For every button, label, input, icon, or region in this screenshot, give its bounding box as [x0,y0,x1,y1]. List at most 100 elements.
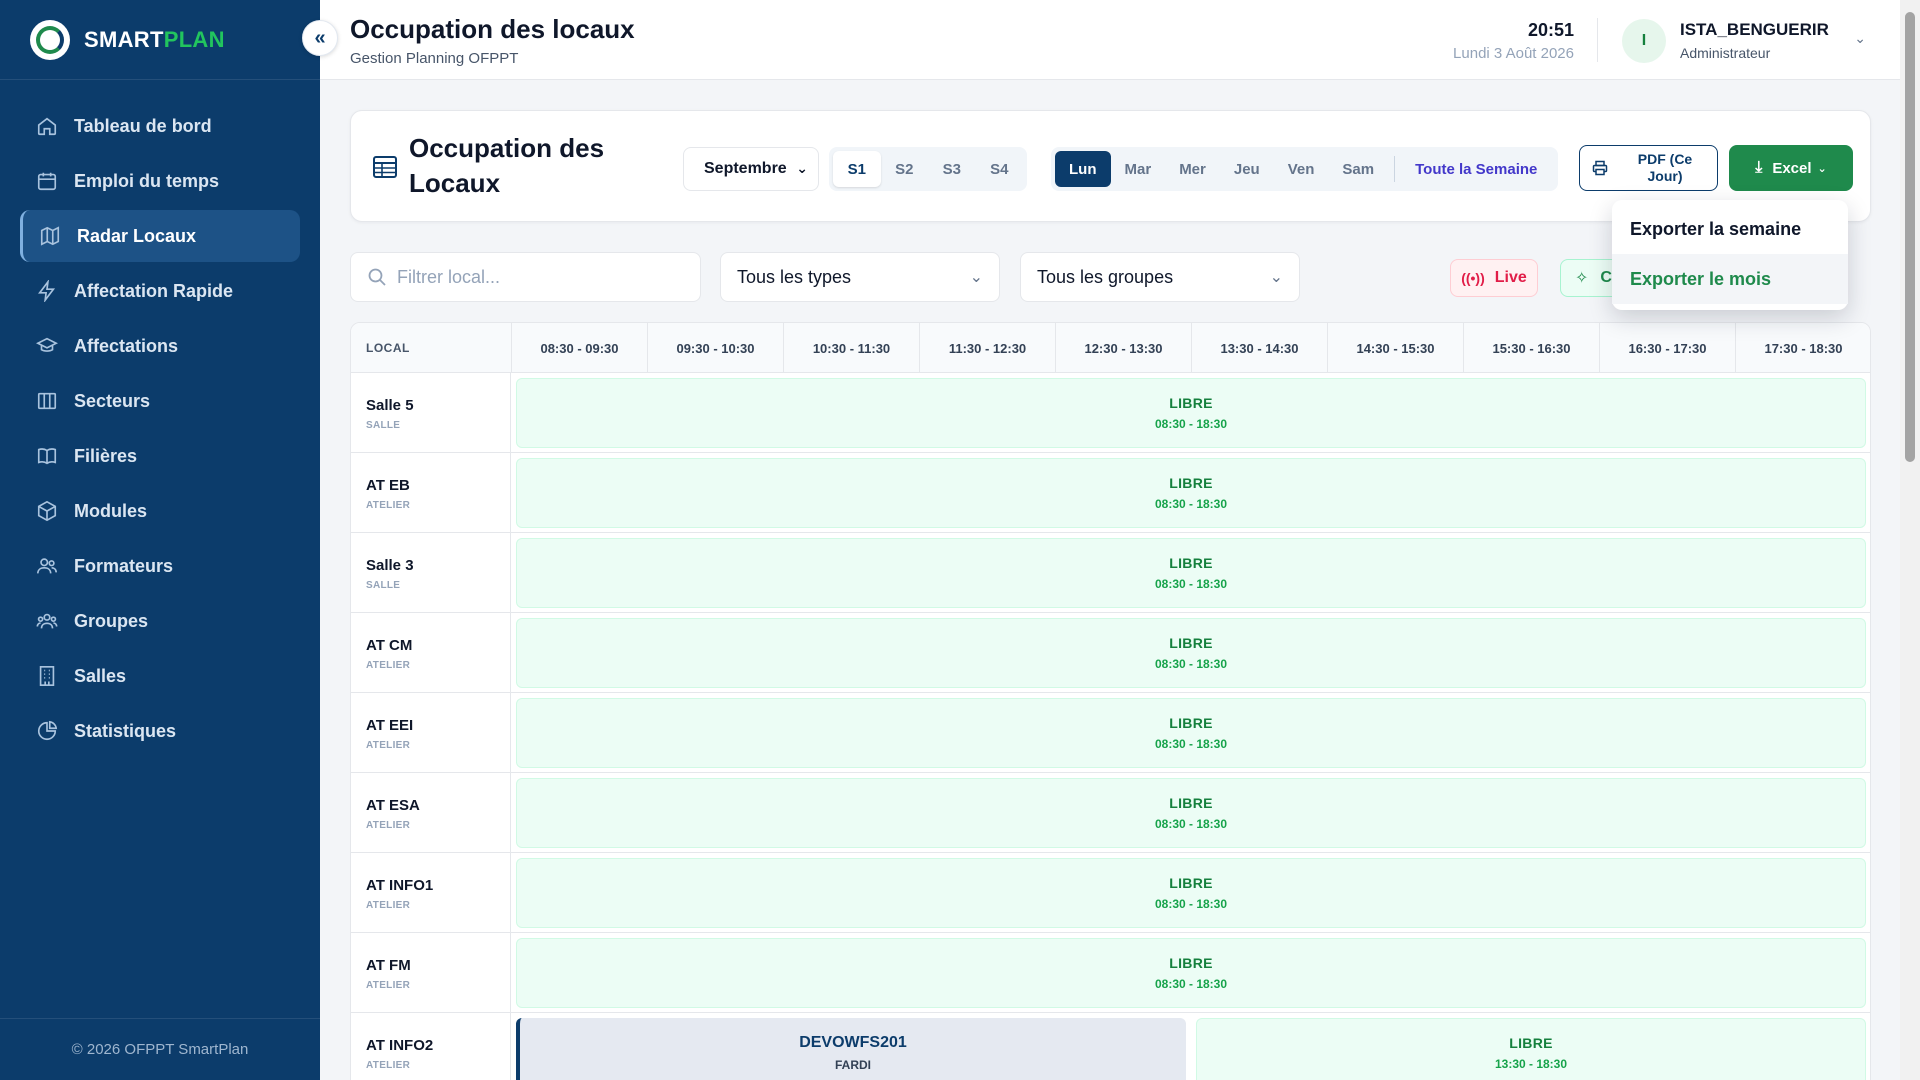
slot-column-header: 16:30 - 17:30 [1599,323,1735,373]
sidebar-item-groupes[interactable]: Groupes [20,595,300,647]
user-name[interactable]: ISTA_BENGUERIR [1680,20,1840,40]
sidebar-item-modules[interactable]: Modules [20,485,300,537]
brand[interactable]: SMARTPLAN [0,0,320,80]
day-tab-mer[interactable]: Mer [1165,151,1220,187]
free-time: 08:30 - 18:30 [1154,417,1228,431]
page-title: Occupation des locaux [350,14,635,44]
day-tab-jeu[interactable]: Jeu [1220,151,1274,187]
sidebar-item-secteurs[interactable]: Secteurs [20,375,300,427]
table-row: Salle 5 SALLE LIBRE 08:30 - 18:30 [351,373,1870,453]
free-time: 08:30 - 18:30 [1154,577,1228,591]
room-label[interactable]: AT FM ATELIER [351,933,511,1013]
free-slot[interactable]: LIBRE 08:30 - 18:30 [516,618,1866,688]
free-slot[interactable]: LIBRE 13:30 - 18:30 [1196,1018,1866,1080]
free-slot[interactable]: LIBRE 08:30 - 18:30 [516,538,1866,608]
sidebar-item-label: Secteurs [74,390,151,411]
month-select-value: Septembre [704,160,787,177]
whole-week-tab[interactable]: Toute la Semaine [1401,151,1551,187]
room-label[interactable]: AT INFO2 ATELIER [351,1013,511,1080]
local-search-input[interactable]: Filtrer local... [350,252,701,302]
room-label[interactable]: AT ESA ATELIER [351,773,511,853]
room-label[interactable]: AT EB ATELIER [351,453,511,533]
export-month-item[interactable]: Exporter le mois [1612,254,1848,304]
chevron-down-icon: ⌄ [796,160,808,176]
free-slot[interactable]: LIBRE 08:30 - 18:30 [516,858,1866,928]
collapse-sidebar-button[interactable]: « [302,20,338,56]
map-icon [39,225,61,247]
home-icon [36,115,58,137]
type-filter-select[interactable]: Tous les types ⌄ [720,252,1000,302]
week-tab-s4[interactable]: S4 [976,151,1024,187]
slot-column-header: 11:30 - 12:30 [919,323,1055,373]
card-title: Occupation des Locaux [409,133,605,198]
room-label[interactable]: AT INFO1 ATELIER [351,853,511,933]
table-row: AT INFO2 ATELIER DEVOWFS201 FARDI LIBRE 13:30… [351,1013,1870,1080]
occupied-slot[interactable]: DEVOWFS201 FARDI [516,1018,1186,1080]
page-scrollbar[interactable] [1900,0,1920,1080]
free-label: LIBRE [1169,395,1213,411]
day-tab-ven[interactable]: Ven [1274,151,1329,187]
sidebar-item-tableau-de-bord[interactable]: Tableau de bord [20,100,300,152]
room-name: AT FM [366,957,411,974]
room-label[interactable]: Salle 3 SALLE [351,533,511,613]
clock-time: 20:51 [1527,20,1574,40]
week-tab-s1[interactable]: S1 [833,151,881,187]
room-name: AT EB [366,477,410,494]
room-label[interactable]: AT CM ATELIER [351,613,511,693]
room-label[interactable]: AT EEI ATELIER [351,693,511,773]
sidebar-item-salles[interactable]: Salles [20,650,300,702]
export-week-item[interactable]: Exporter la semaine [1612,204,1848,254]
excel-export-button[interactable]: ⤓ Excel ⌄ [1729,145,1853,191]
day-tab-lun[interactable]: Lun [1055,151,1111,187]
room-type: ATELIER [366,500,411,511]
book-icon [36,445,58,467]
sidebar-item-statistiques[interactable]: Statistiques [20,705,300,757]
room-name: AT CM [366,637,413,654]
room-type: ATELIER [366,1060,411,1071]
sidebar-item-affectations[interactable]: Affectations [20,320,300,372]
slot-column-header: 13:30 - 14:30 [1191,323,1327,373]
room-label[interactable]: Salle 5 SALLE [351,373,511,453]
chevron-down-icon: ⌄ [1269,269,1283,286]
table-row: AT EEI ATELIER LIBRE 08:30 - 18:30 [351,693,1870,773]
free-label: LIBRE [1509,1035,1553,1051]
table-icon [373,156,397,178]
free-label: LIBRE [1169,475,1213,491]
scrollbar-thumb[interactable] [1905,12,1915,462]
sidebar-item-affectation-rapide[interactable]: Affectation Rapide [20,265,300,317]
free-slot[interactable]: LIBRE 08:30 - 18:30 [516,378,1866,448]
slot-column-header: 17:30 - 18:30 [1735,323,1870,373]
pdf-export-button[interactable]: PDF (Ce Jour) [1579,145,1718,191]
live-toggle-button[interactable]: ((•)) Live [1450,259,1538,297]
sidebar-nav: Tableau de bord Emploi du temps Radar Loca… [0,80,320,757]
free-slot[interactable]: LIBRE 08:30 - 18:30 [516,458,1866,528]
sidebar-item-label: Tableau de bord [74,115,212,136]
sidebar-item-formateurs[interactable]: Formateurs [20,540,300,592]
day-tab-mar[interactable]: Mar [1111,151,1166,187]
group-filter-select[interactable]: Tous les groupes ⌄ [1020,252,1300,302]
sidebar-item-label: Filières [74,445,138,466]
room-name: AT INFO2 [366,1037,434,1054]
room-name: Salle 3 [366,557,414,574]
day-selector-divider [1394,156,1396,182]
week-tab-s3[interactable]: S3 [928,151,976,187]
free-slot[interactable]: LIBRE 08:30 - 18:30 [516,698,1866,768]
free-slot[interactable]: LIBRE 08:30 - 18:30 [516,778,1866,848]
free-slot[interactable]: LIBRE 08:30 - 18:30 [516,938,1866,1008]
sidebar-item-filieres[interactable]: Filières [20,430,300,482]
sidebar-item-radar-locaux[interactable]: Radar Locaux [20,210,300,262]
bolt-icon [36,280,58,302]
month-select[interactable]: Septembre ⌄ [683,147,819,191]
day-tab-sam[interactable]: Sam [1328,151,1388,187]
avatar[interactable]: I [1622,19,1666,63]
week-tab-s2[interactable]: S2 [881,151,929,187]
sidebar-item-emploi-du-temps[interactable]: Emploi du temps [20,155,300,207]
user-menu-chevron-icon[interactable]: ⌄ [1854,30,1866,47]
excel-export-label: Excel [1772,159,1812,177]
graduation-cap-icon [36,335,58,357]
smart-suggest-label: C [1600,269,1612,286]
broadcast-icon: ((•)) [1461,270,1485,286]
slot-column-header: 14:30 - 15:30 [1327,323,1463,373]
table-row: AT CM ATELIER LIBRE 08:30 - 18:30 [351,613,1870,693]
week-selector: S1 S2 S3 S4 [829,147,1027,191]
